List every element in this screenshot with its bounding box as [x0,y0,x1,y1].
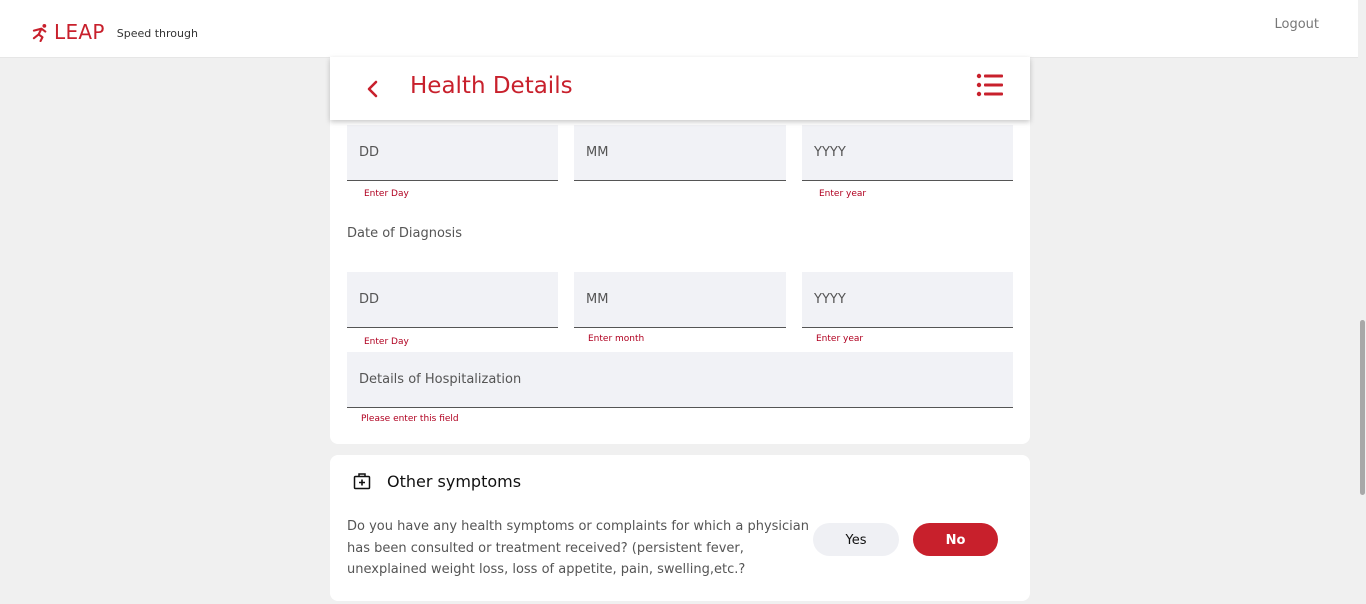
diagnosis-month-input[interactable] [574,272,786,327]
hospitalization-error: Please enter this field [361,414,459,424]
chevron-left-icon[interactable] [364,78,382,100]
page-scrollbar[interactable] [1358,0,1366,604]
diagnosis-month-field[interactable] [574,272,786,328]
runner-logo-icon [32,23,47,42]
hospitalization-field[interactable] [347,352,1013,408]
diagnosis-year-field[interactable] [802,272,1013,328]
brand-name: LEAP [54,20,105,44]
other-symptoms-card: Other symptoms Do you have any health sy… [330,455,1030,601]
diagnosis-day-error: Enter Day [364,337,409,347]
no-button[interactable]: No [913,523,998,556]
diagnosis-day-field[interactable] [347,272,558,328]
top-navigation-bar: LEAP Speed through Logout [0,0,1358,58]
brand-tagline: Speed through [116,26,198,40]
page-header: Health Details [330,57,1030,120]
dob-day-error: Enter Day [364,189,409,199]
yes-button[interactable]: Yes [813,523,899,556]
brand-logo[interactable]: LEAP Speed through [32,20,198,44]
hospitalization-input[interactable] [347,352,1013,407]
diagnosis-day-input[interactable] [347,272,558,327]
other-symptoms-title: Other symptoms [387,472,522,491]
diagnosis-year-input[interactable] [802,272,1013,327]
dob-month-input[interactable] [574,125,786,180]
date-of-diagnosis-label: Date of Diagnosis [347,226,463,241]
dob-year-error: Enter year [819,189,867,199]
symptoms-question: Do you have any health symptoms or compl… [347,519,809,577]
logout-link[interactable]: Logout [1274,17,1319,32]
dob-day-input[interactable] [347,125,558,180]
diagnosis-month-error: Enter month [588,334,645,344]
dob-day-field[interactable] [347,125,558,181]
dob-year-field[interactable] [802,125,1013,181]
list-menu-icon[interactable] [976,73,1004,99]
dob-month-field[interactable] [574,125,786,181]
dob-year-input[interactable] [802,125,1013,180]
page-title: Health Details [410,73,573,99]
diagnosis-year-error: Enter year [816,334,864,344]
scrollbar-thumb[interactable] [1360,320,1365,495]
medical-kit-icon [353,473,371,490]
